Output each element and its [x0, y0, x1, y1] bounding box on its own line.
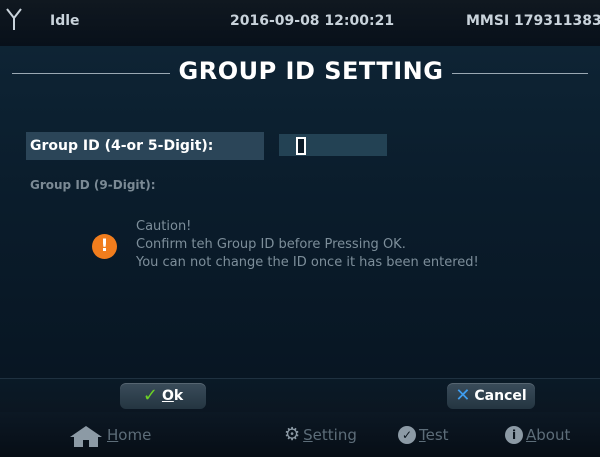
caution-title: Caution! [136, 219, 192, 234]
check-icon: ✓ [142, 385, 158, 406]
check-circle-icon: ✓ [398, 426, 416, 444]
page-title: GROUP ID SETTING [178, 57, 444, 85]
home-icon [70, 426, 102, 447]
text-cursor [296, 137, 306, 155]
status-mmsi: MMSI 179311383 [466, 13, 600, 29]
ok-button[interactable]: ✓ Ok [120, 383, 206, 409]
caution-line-warning: You can not change the ID once it has be… [136, 255, 479, 270]
status-datetime: 2016-09-08 12:00:21 [230, 13, 395, 29]
softkey-bar: ✓ Ok ✕ Cancel [0, 378, 600, 413]
nav-about-label: About [526, 426, 571, 444]
antenna-icon [6, 8, 22, 30]
group-id-short-label: Group ID (4-or 5-Digit): [26, 132, 264, 160]
status-bar: Idle 2016-09-08 12:00:21 MMSI 179311383 [0, 0, 600, 46]
nav-home-label: Home [107, 426, 152, 444]
nav-test-label: Test [419, 426, 449, 444]
exclamation-icon: ! [92, 234, 117, 259]
group-id-long-label[interactable]: Group ID (9-Digit): [30, 178, 156, 192]
title-divider-right [452, 73, 588, 74]
nav-item-setting[interactable]: ⚙ Setting [284, 424, 357, 446]
caution-message: Caution! Confirm teh Group ID before Pre… [136, 218, 479, 272]
title-divider-left [12, 73, 170, 74]
nav-item-home[interactable]: Home [68, 424, 151, 448]
status-state: Idle [50, 13, 80, 29]
nav-item-about[interactable]: i About [505, 424, 570, 446]
info-icon: i [505, 426, 523, 444]
ok-label: Ok [161, 388, 184, 404]
cancel-button[interactable]: ✕ Cancel [447, 383, 535, 409]
screen: Idle 2016-09-08 12:00:21 MMSI 179311383 … [0, 0, 600, 457]
gear-icon: ⚙ [284, 424, 301, 445]
x-icon: ✕ [455, 385, 471, 406]
nav-item-test[interactable]: ✓ Test [398, 424, 449, 446]
cancel-label: Cancel [474, 388, 527, 404]
group-id-short-input[interactable] [279, 134, 387, 156]
title-row: GROUP ID SETTING [0, 56, 600, 90]
nav-bar: Home ⚙ Setting ✓ Test i About [0, 412, 600, 457]
nav-setting-label: Setting [303, 426, 357, 444]
caution-line-confirm: Confirm teh Group ID before Pressing OK. [136, 237, 406, 252]
